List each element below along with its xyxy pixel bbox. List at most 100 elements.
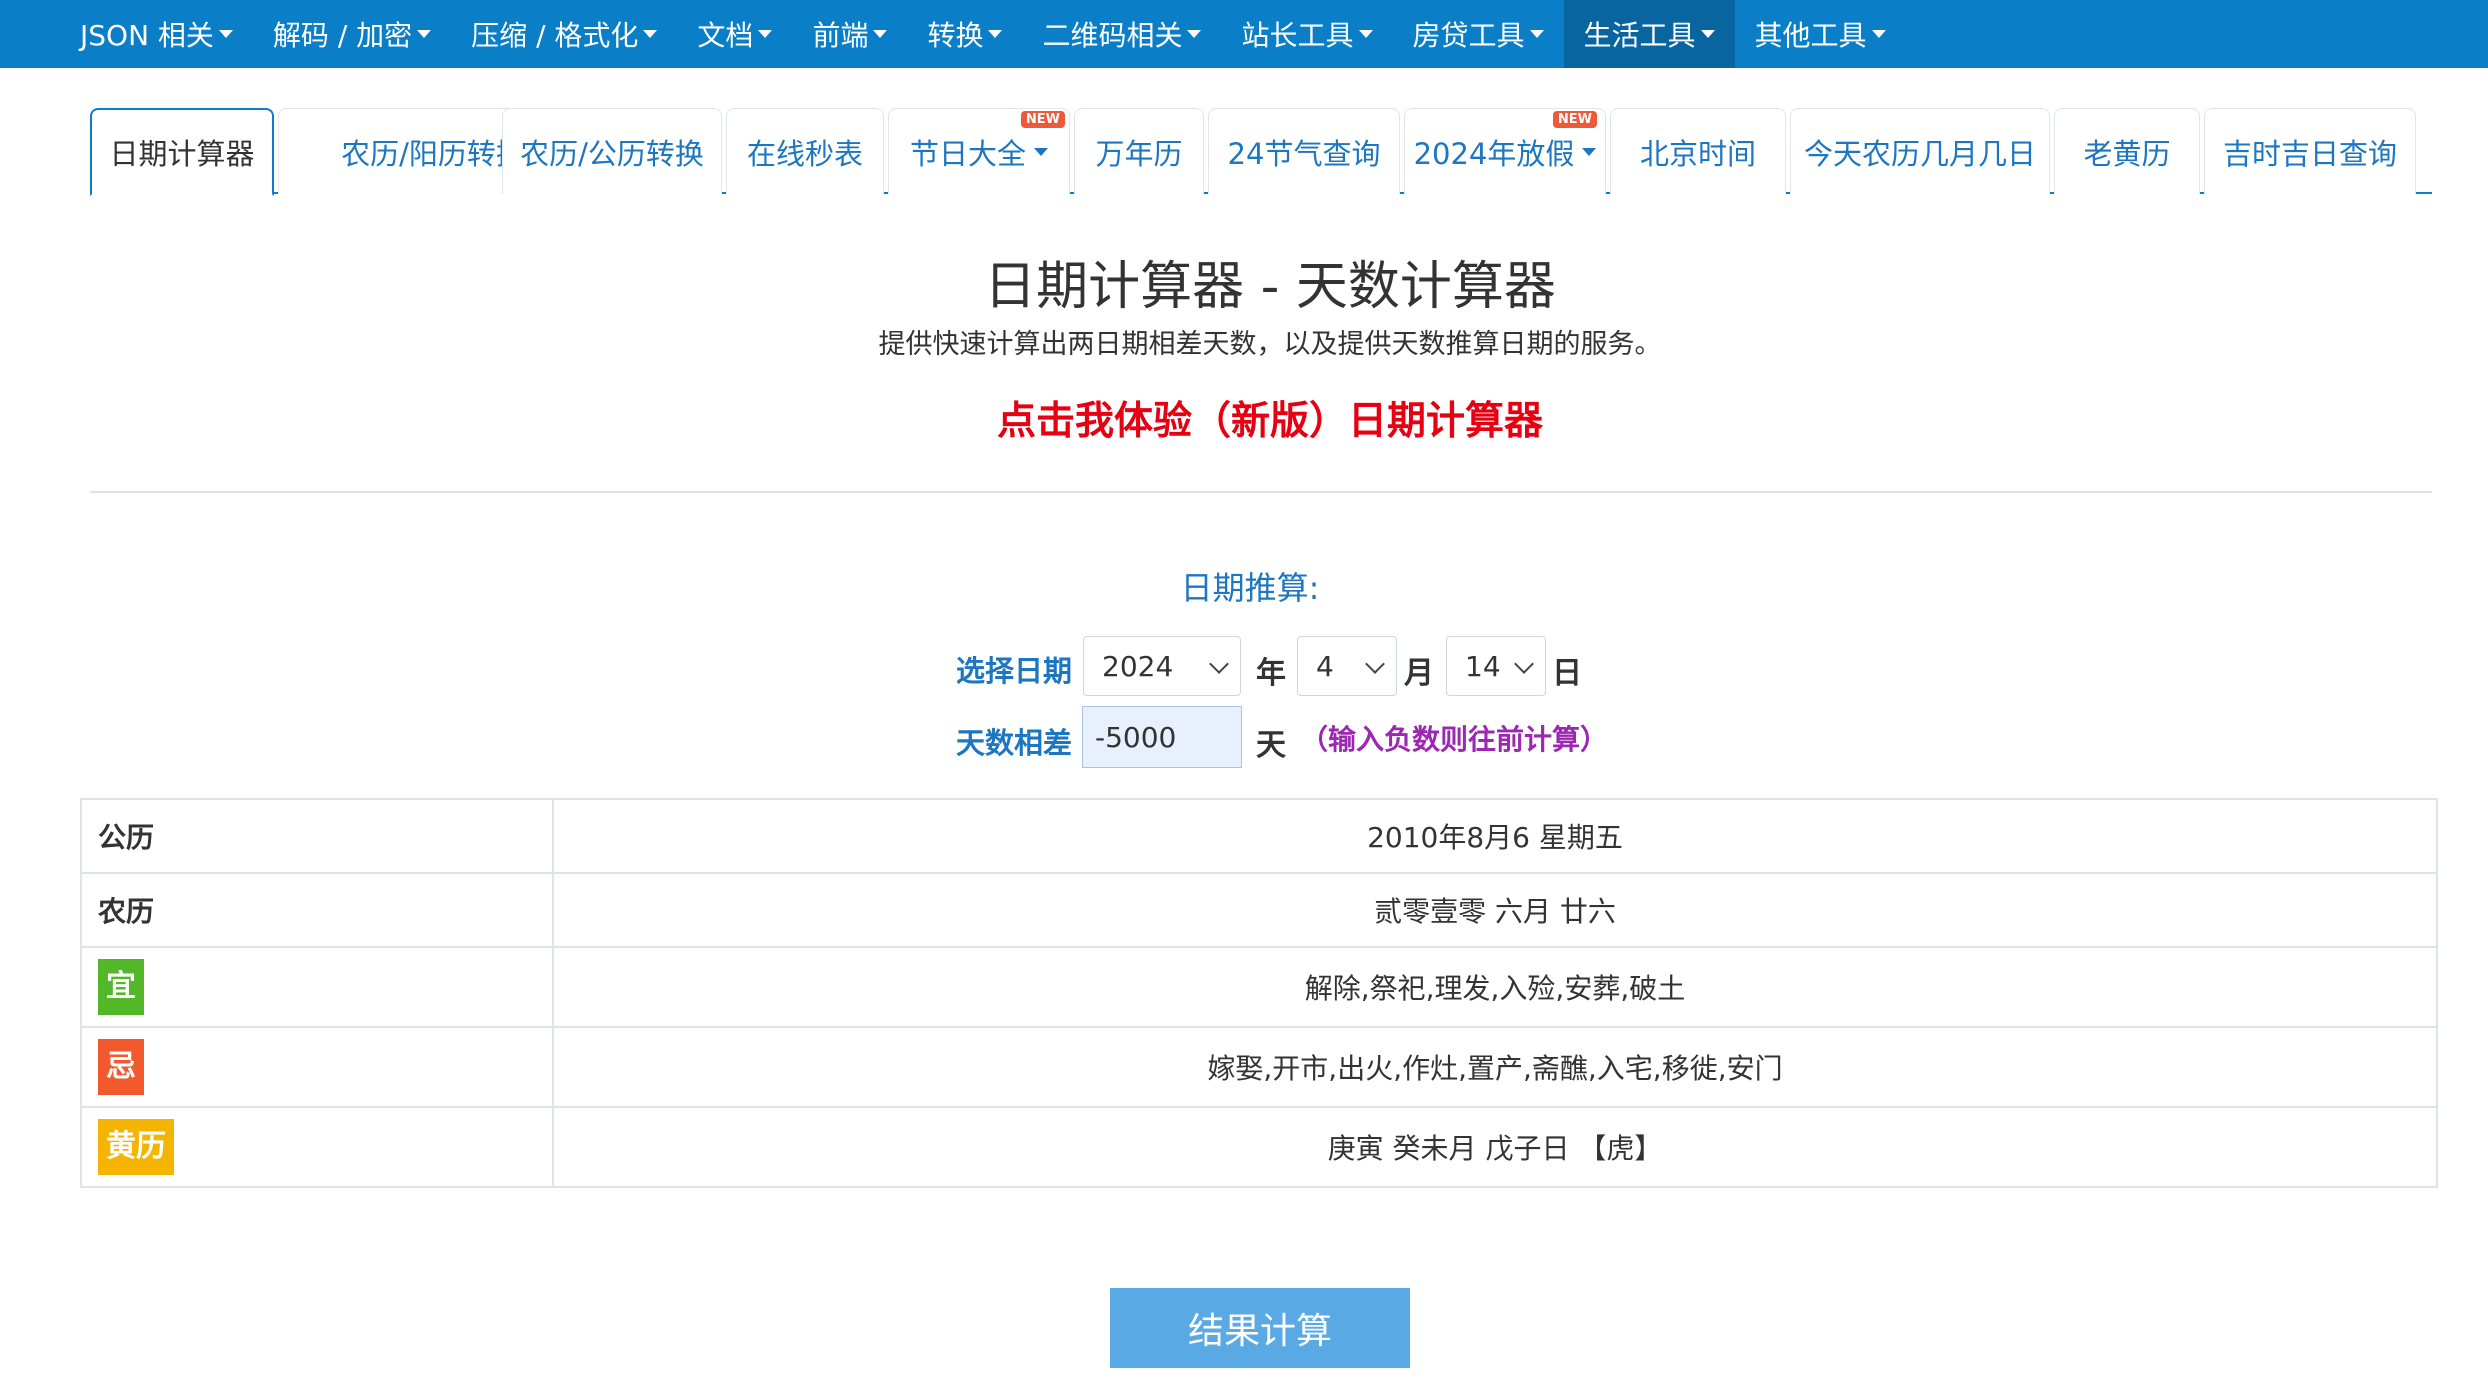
nav-label: 前端: [812, 19, 869, 52]
tab-label: 节日大全: [909, 136, 1026, 171]
tab-label: 老黄历: [2083, 136, 2171, 171]
caret-down-icon: [1529, 30, 1544, 38]
chevron-down-icon: [1209, 654, 1229, 674]
caret-down-icon: [1700, 30, 1715, 38]
new-badge: NEW: [1020, 111, 1065, 128]
caret-down-icon: [643, 30, 658, 38]
caret-down-icon: [1871, 30, 1886, 38]
nav-label: 解码 / 加密: [272, 19, 413, 52]
new-badge: NEW: [1552, 111, 1597, 128]
tab-solar-terms[interactable]: 24节气查询: [1208, 108, 1400, 194]
tab-label: 在线秒表: [746, 136, 863, 171]
tab-festivals[interactable]: 节日大全 NEW: [888, 108, 1070, 194]
tab-label: 今天农历几月几日: [1803, 136, 2036, 171]
day-unit: 日: [1552, 656, 1582, 691]
month-value: 4: [1316, 649, 1334, 683]
year-unit: 年: [1256, 656, 1286, 691]
tab-stopwatch[interactable]: 在线秒表: [726, 108, 884, 194]
month-select[interactable]: 4: [1297, 636, 1397, 696]
divider: [90, 491, 2432, 493]
gregorian-label: 公历: [80, 798, 554, 874]
caret-down-icon: [218, 30, 233, 38]
yi-badge: 宜: [98, 959, 144, 1015]
nav-life-tools[interactable]: 生活工具: [1563, 0, 1735, 68]
nav-other-tools[interactable]: 其他工具: [1735, 0, 1906, 68]
result-table: 公历 2010年8月6 星期五 农历 贰零壹零 六月 廿六 宜 解除,祭祀,理发…: [80, 798, 2438, 1188]
tab-date-calculator[interactable]: 日期计算器: [90, 108, 274, 196]
tab-auspicious-days[interactable]: 吉时吉日查询: [2204, 108, 2416, 194]
nav-label: 压缩 / 格式化: [471, 19, 639, 52]
ji-badge: 忌: [98, 1039, 144, 1095]
caret-down-icon: [417, 30, 432, 38]
negative-hint: （输入负数则往前计算）: [1300, 723, 1609, 756]
nav-decode-encrypt[interactable]: 解码 / 加密: [253, 0, 451, 68]
day-select[interactable]: 14: [1446, 636, 1546, 696]
tab-perpetual-calendar[interactable]: 万年历: [1074, 108, 1204, 194]
page-subtitle: 提供快速计算出两日期相差天数，以及提供天数推算日期的服务。: [878, 329, 1662, 360]
lunar-label: 农历: [80, 872, 554, 948]
nav-webmaster[interactable]: 站长工具: [1221, 0, 1392, 68]
page-title: 日期计算器 - 天数计算器: [984, 257, 1556, 317]
table-row: 宜 解除,祭祀,理发,入殓,安葬,破土: [80, 946, 2438, 1028]
yi-cell: 宜: [80, 946, 554, 1028]
tab-lunar-gregorian[interactable]: 农历/公历转换: [502, 108, 722, 194]
section-label: 日期推算:: [1180, 569, 1320, 607]
nav-frontend[interactable]: 前端: [792, 0, 907, 68]
caret-down-icon: [1582, 147, 1597, 156]
nav-qrcode[interactable]: 二维码相关: [1022, 0, 1221, 68]
nav-label: 其他工具: [1754, 19, 1867, 52]
new-version-link[interactable]: 点击我体验（新版）日期计算器: [0, 390, 2488, 446]
yi-value: 解除,祭祀,理发,入殓,安葬,破土: [552, 946, 2438, 1028]
tab-label: 24节气查询: [1227, 136, 1381, 171]
days-diff-input[interactable]: -5000: [1082, 706, 1242, 768]
table-row: 黄历 庚寅 癸未月 戊子日 【虎】: [80, 1106, 2438, 1188]
month-unit: 月: [1404, 656, 1434, 691]
tab-old-almanac[interactable]: 老黄历: [2054, 108, 2200, 194]
tab-label: 2024年放假: [1413, 136, 1575, 171]
caret-down-icon: [1358, 30, 1373, 38]
huangli-value: 庚寅 癸未月 戊子日 【虎】: [552, 1106, 2438, 1188]
days-unit: 天: [1256, 728, 1286, 763]
nav-json[interactable]: JSON 相关: [60, 0, 253, 68]
ji-cell: 忌: [80, 1026, 554, 1108]
caret-down-icon: [758, 30, 773, 38]
nav-compress-format[interactable]: 压缩 / 格式化: [451, 0, 677, 68]
nav-label: 文档: [697, 19, 754, 52]
nav-mortgage[interactable]: 房贷工具: [1393, 0, 1564, 68]
nav-label: 生活工具: [1583, 19, 1696, 52]
lunar-value: 贰零壹零 六月 廿六: [552, 872, 2438, 948]
tab-label: 万年历: [1095, 136, 1183, 171]
tab-label: 北京时间: [1639, 136, 1756, 171]
year-value: 2024: [1102, 649, 1174, 683]
table-row: 忌 嫁娶,开市,出火,作灶,置产,斋醮,入宅,移徙,安门: [80, 1026, 2438, 1108]
nav-label: 二维码相关: [1042, 19, 1183, 52]
day-value: 14: [1465, 649, 1501, 683]
tab-label: 日期计算器: [109, 137, 255, 171]
huangli-badge: 黄历: [98, 1119, 174, 1175]
chevron-down-icon: [1365, 654, 1385, 674]
top-navigation: JSON 相关 解码 / 加密 压缩 / 格式化 文档 前端 转换 二维码相关 …: [0, 0, 2488, 68]
select-date-label: 选择日期: [956, 654, 1073, 688]
tab-label: 吉时吉日查询: [2222, 136, 2397, 171]
tab-beijing-time[interactable]: 北京时间: [1610, 108, 1786, 194]
gregorian-value: 2010年8月6 星期五: [552, 798, 2438, 874]
tab-label: 农历/阳历转换: [341, 136, 525, 171]
tool-tabs: 日期计算器 农历/阳历转换 农历/公历转换 在线秒表 节日大全 NEW 万年历 2…: [90, 108, 2432, 196]
nav-convert[interactable]: 转换: [907, 0, 1022, 68]
year-select[interactable]: 2024: [1083, 636, 1241, 696]
nav-label: 转换: [927, 19, 984, 52]
calculate-button[interactable]: 结果计算: [1110, 1288, 1410, 1368]
ji-value: 嫁娶,开市,出火,作灶,置产,斋醮,入宅,移徙,安门: [552, 1026, 2438, 1108]
nav-label: 房贷工具: [1412, 19, 1525, 52]
caret-down-icon: [1187, 30, 1202, 38]
nav-docs[interactable]: 文档: [677, 0, 792, 68]
nav-label: 站长工具: [1241, 19, 1354, 52]
chevron-down-icon: [1514, 654, 1534, 674]
huangli-cell: 黄历: [80, 1106, 554, 1188]
tab-label: 农历/公历转换: [520, 136, 704, 171]
tab-holidays-2024[interactable]: 2024年放假 NEW: [1404, 108, 1606, 194]
caret-down-icon: [988, 30, 1003, 38]
caret-down-icon: [873, 30, 888, 38]
days-diff-label: 天数相差: [956, 726, 1073, 760]
tab-today-lunar[interactable]: 今天农历几月几日: [1790, 108, 2050, 194]
